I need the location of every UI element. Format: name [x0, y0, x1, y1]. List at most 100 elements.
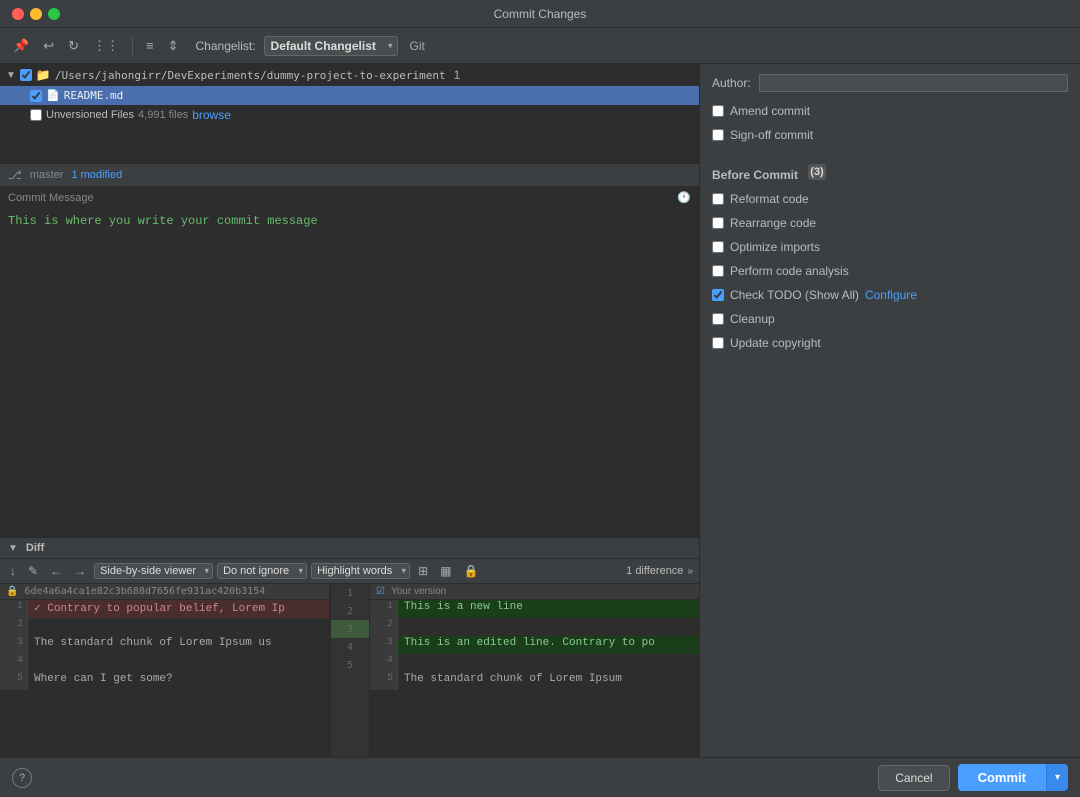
diff-right-btn[interactable]: → [70, 562, 90, 580]
changelist-select-wrapper[interactable]: Default Changelist ▾ [264, 36, 398, 56]
diff-left-line-3: 3 The standard chunk of Lorem Ipsum us [0, 636, 329, 654]
diff-left-line-2: 2 [0, 618, 329, 636]
rearrange-checkbox[interactable] [712, 217, 724, 229]
file-icon-readme: 📄 [46, 89, 60, 102]
diff-left-content-5: Where can I get some? [28, 672, 329, 690]
gutter-line-4: 4 [331, 638, 369, 656]
diff-count-arrow: » [687, 566, 693, 577]
commit-message-input[interactable]: This is where you write your commit mess… [0, 208, 699, 536]
diff-prev-btn[interactable]: ↓ [6, 562, 20, 580]
diff-right-content-4 [398, 654, 699, 672]
diff-collapse-icon[interactable]: ▼ [8, 543, 18, 554]
collapse-button[interactable]: ⇕ [163, 35, 184, 57]
modified-count[interactable]: 1 modified [71, 169, 122, 181]
expand-button[interactable]: ≡ [141, 35, 159, 56]
folder-icon: 📁 [36, 68, 51, 82]
highlight-select[interactable]: Highlight words [311, 563, 410, 579]
changelist-select[interactable]: Default Changelist [264, 36, 398, 56]
sign-off-label[interactable]: Sign-off commit [730, 128, 813, 142]
help-button[interactable]: ? [12, 768, 32, 788]
highlight-select-wrapper[interactable]: Highlight words [311, 563, 410, 579]
diff-right-label: Your version [391, 586, 446, 597]
diff-left-hash: 6de4a6a4ca1e82c3b688d7656fe931ac420b3154 [24, 586, 265, 597]
diff-edit-btn[interactable]: ✎ [24, 562, 42, 580]
author-row: Author: [712, 74, 1068, 92]
diff-left-header: 🔒 6de4a6a4ca1e82c3b688d7656fe931ac420b31… [0, 584, 329, 600]
diff-left-linenum-2: 2 [0, 618, 28, 636]
diff-right-panel: ☑ Your version 1 This is a new line 2 [370, 584, 699, 757]
viewer-select-wrapper[interactable]: Side-by-side viewer [94, 563, 213, 579]
close-button[interactable] [12, 8, 24, 20]
reformat-checkbox[interactable] [712, 193, 724, 205]
ignore-select[interactable]: Do not ignore [217, 563, 307, 579]
diff-right-line-2: 2 [370, 618, 699, 636]
unversioned-checkbox[interactable] [30, 109, 42, 121]
update-copyright-row: Update copyright [712, 334, 1068, 352]
ignore-select-wrapper[interactable]: Do not ignore [217, 563, 307, 579]
toolbar: 📌 ↩ ↻ ⋮⋮ ≡ ⇕ Changelist: Default Changel… [0, 28, 1080, 64]
tree-root-row: ▼ 📁 /Users/jahongirr/DevExperiments/dumm… [0, 64, 699, 86]
diff-left-linenum-5: 5 [0, 672, 28, 690]
diff-count: 1 difference [626, 565, 683, 577]
gutter-line-5: 5 [331, 656, 369, 674]
diff-left-line-1: 1 ✓ Contrary to popular belief, Lorem Ip [0, 600, 329, 618]
undo-button[interactable]: ↩ [38, 35, 59, 57]
file-name-readme: README.md [64, 89, 124, 102]
file-checkbox-readme[interactable] [30, 90, 42, 102]
branch-bar: ⎇ master 1 modified [0, 164, 699, 187]
diff-lock-btn[interactable]: 🔒 [459, 562, 482, 580]
commit-message-header: Commit Message 🕐 [0, 187, 699, 208]
diff-right-line-4: 4 [370, 654, 699, 672]
diff-right-line-1: 1 This is a new line [370, 600, 699, 618]
check-todo-label[interactable]: Check TODO (Show All) [730, 288, 859, 302]
amend-commit-checkbox[interactable] [712, 105, 724, 117]
diff-columns-btn[interactable]: ▦ [436, 562, 455, 580]
optimize-checkbox[interactable] [712, 241, 724, 253]
maximize-button[interactable] [48, 8, 60, 20]
amend-commit-label[interactable]: Amend commit [730, 104, 810, 118]
update-copyright-label[interactable]: Update copyright [730, 336, 821, 350]
pin-button[interactable]: 📌 [8, 35, 34, 57]
update-copyright-checkbox[interactable] [712, 337, 724, 349]
sign-off-checkbox[interactable] [712, 129, 724, 141]
diff-button[interactable]: ⋮⋮ [88, 35, 124, 57]
diff-section: ▼ Diff ↓ ✎ ← → Side-by-side viewer Do no… [0, 537, 699, 757]
reformat-label[interactable]: Reformat code [730, 192, 809, 206]
code-analysis-checkbox[interactable] [712, 265, 724, 277]
browse-link[interactable]: browse [192, 108, 231, 122]
file-row-readme[interactable]: 📄 README.md [0, 86, 699, 105]
code-analysis-label[interactable]: Perform code analysis [730, 264, 849, 278]
unversioned-label: Unversioned Files [46, 109, 134, 121]
git-tab[interactable]: Git [410, 39, 425, 53]
refresh-button[interactable]: ↻ [63, 35, 84, 57]
commit-dropdown-arrow[interactable]: ▾ [1046, 764, 1068, 791]
window-title: Commit Changes [494, 7, 587, 21]
minimize-button[interactable] [30, 8, 42, 20]
diff-left-btn[interactable]: ← [46, 562, 66, 580]
main-content: ▼ 📁 /Users/jahongirr/DevExperiments/dumm… [0, 64, 1080, 757]
commit-message-label: Commit Message [8, 192, 94, 204]
cancel-button[interactable]: Cancel [878, 765, 949, 791]
cleanup-label[interactable]: Cleanup [730, 312, 775, 326]
commit-button[interactable]: Commit [958, 764, 1046, 791]
diff-right-lines: 1 This is a new line 2 3 This is an edit… [370, 600, 699, 690]
titlebar: Commit Changes [0, 0, 1080, 28]
optimize-row: Optimize imports [712, 238, 1068, 256]
root-file-count: 1 [454, 68, 461, 82]
root-checkbox[interactable] [20, 69, 32, 81]
commit-button-group: Commit ▾ [958, 764, 1068, 791]
author-input[interactable] [759, 74, 1068, 92]
diff-settings-btn[interactable]: ⊞ [414, 562, 432, 580]
optimize-label[interactable]: Optimize imports [730, 240, 820, 254]
configure-link[interactable]: Configure [865, 288, 917, 302]
diff-right-linenum-4: 4 [370, 654, 398, 672]
check-todo-checkbox[interactable] [712, 289, 724, 301]
diff-left-content-4 [28, 654, 329, 672]
checked-icon-right: ☑ [376, 586, 385, 597]
viewer-select[interactable]: Side-by-side viewer [94, 563, 213, 579]
gutter-line-3: 3 [331, 620, 369, 638]
changelist-label: Changelist: [196, 39, 256, 53]
rearrange-label[interactable]: Rearrange code [730, 216, 816, 230]
cleanup-checkbox[interactable] [712, 313, 724, 325]
reformat-row: Reformat code [712, 190, 1068, 208]
